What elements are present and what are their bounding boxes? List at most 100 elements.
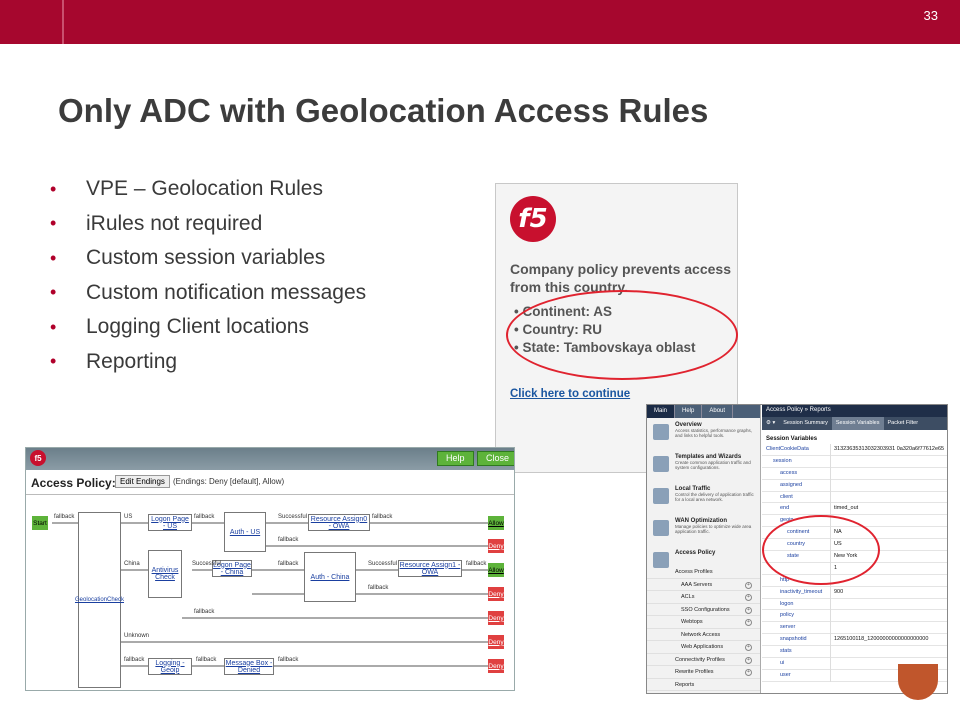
table-row[interactable]: snapshotid 1265100118_1200000000000000000… — [762, 634, 947, 647]
title-bar: 33 — [0, 0, 960, 44]
page-number: 33 — [923, 8, 938, 23]
divider — [830, 467, 831, 480]
deny-ending[interactable]: Deny — [488, 611, 504, 625]
deny-ending[interactable]: Deny — [488, 635, 504, 649]
logging-geoip-node[interactable]: Logging - Geoip — [148, 658, 192, 675]
start-node[interactable]: Start — [32, 516, 48, 530]
table-row[interactable]: ClientCookieData 31323635313032303931 0a3… — [762, 444, 947, 456]
tab-packet-filter[interactable]: Packet Filter — [884, 417, 923, 430]
add-icon[interactable]: + — [745, 619, 752, 626]
add-icon[interactable]: + — [745, 656, 752, 664]
nav-web-applications[interactable]: Web Applications + — [647, 641, 760, 654]
variable-name: ClientCookieData — [766, 446, 809, 452]
branch-label: fallback — [194, 514, 215, 520]
divider — [830, 455, 831, 468]
variable-name: logon — [780, 600, 794, 607]
table-row[interactable]: assigned — [762, 479, 947, 492]
resource-assign-owa-node[interactable]: Resource Assign0 - OWA — [308, 514, 370, 531]
divider — [830, 598, 831, 611]
bullet-item: • iRules not required — [50, 211, 263, 235]
table-row[interactable]: policy — [762, 610, 947, 623]
nav-templates[interactable]: Templates and Wizards Create common appli… — [647, 450, 760, 482]
divider — [830, 491, 831, 504]
table-row[interactable]: client — [762, 491, 947, 504]
add-icon[interactable]: + — [745, 644, 752, 651]
variable-name: client — [780, 493, 793, 500]
table-row[interactable]: server — [762, 622, 947, 635]
nav-access-profiles[interactable]: Access Profiles — [647, 566, 760, 579]
access-policy-editor: f5 Help Close Access Policy: owa Edit En… — [25, 447, 515, 691]
table-row[interactable]: session — [762, 455, 947, 468]
bullet-item: • VPE – Geolocation Rules — [50, 177, 323, 201]
nav-local-traffic[interactable]: Local Traffic Control the delivery of app… — [647, 482, 760, 514]
variable-name: assigned — [780, 481, 803, 488]
tab-about[interactable]: About — [702, 405, 734, 418]
variable-name: user — [780, 671, 791, 678]
branch-label: Successful — [192, 561, 222, 567]
branch-label: China — [124, 561, 140, 567]
divider — [830, 479, 831, 492]
logon-page-us-node[interactable]: Logon Page - US — [148, 514, 192, 531]
tab-settings-gear[interactable]: ⚙ ▾ — [762, 417, 779, 430]
table-row[interactable]: access — [762, 467, 947, 480]
local-traffic-icon — [653, 488, 669, 504]
deny-ending[interactable]: Deny — [488, 587, 504, 601]
divider — [830, 610, 831, 623]
nav-access-policy[interactable]: Access Policy — [647, 546, 760, 568]
divider — [830, 646, 831, 659]
divider — [830, 634, 831, 647]
divider — [830, 658, 831, 671]
auth-us-node[interactable]: Auth - US — [224, 512, 266, 552]
f5-logo: f5 — [510, 196, 556, 242]
continue-link[interactable]: Click here to continue — [510, 388, 630, 400]
nav-rewrite-profiles[interactable]: Rewrite Profiles + — [647, 666, 760, 679]
highlight-ring — [762, 515, 880, 585]
table-row[interactable]: end timed_out — [762, 503, 947, 516]
variable-value: 900 — [834, 588, 844, 595]
add-icon[interactable]: + — [745, 669, 752, 676]
message-box-node[interactable]: Message Box - Denied — [224, 658, 274, 675]
branch-label: Successful — [368, 561, 398, 567]
variable-value: 31323635313032303931 0a320a6f77612e65 — [834, 446, 945, 452]
branch-label: US — [124, 514, 133, 520]
nav-wan-optimization[interactable]: WAN Optimization Manage policies to optim… — [647, 514, 760, 546]
nav-acls[interactable]: ACLs + — [647, 591, 760, 604]
deny-ending[interactable]: Deny — [488, 659, 504, 673]
nav-panel: Main Help About Overview Access statistic… — [647, 405, 761, 693]
nav-network-access[interactable]: Network Access — [647, 629, 760, 641]
antivirus-check-node[interactable]: Antivirus Check — [148, 550, 182, 598]
tab-session-summary[interactable]: Session Summary — [779, 417, 832, 430]
table-row[interactable]: logon — [762, 598, 947, 611]
divider — [830, 669, 831, 682]
add-icon[interactable]: + — [745, 594, 752, 601]
add-icon[interactable]: + — [745, 581, 752, 589]
branch-label: Unknown — [124, 633, 150, 639]
nav-connectivity-profiles[interactable]: Connectivity Profiles + — [647, 654, 760, 666]
resource-assign1-owa-node[interactable]: Resource Assign1 - OWA — [398, 560, 462, 577]
allow-ending[interactable]: Allow — [488, 516, 504, 530]
wan-optimization-icon — [653, 520, 669, 536]
variable-name: server — [780, 624, 796, 631]
divider — [62, 0, 64, 44]
nav-aaa-servers[interactable]: AAA Servers + — [647, 579, 760, 591]
nav-reports[interactable]: Reports — [647, 679, 760, 691]
table-row[interactable]: stats — [762, 646, 947, 659]
geolocation-check-node[interactable]: GeolocationCheck — [75, 512, 124, 688]
variable-name: policy — [780, 612, 795, 619]
deny-ending[interactable]: Deny — [488, 539, 504, 553]
add-icon[interactable]: + — [745, 606, 752, 614]
variable-name: inactivity_timeout — [780, 588, 823, 595]
branch-label: fallback — [278, 657, 299, 663]
table-row[interactable]: inactivity_timeout 900 — [762, 586, 947, 599]
auth-china-node[interactable]: Auth - China — [304, 552, 356, 602]
nav-sso-configurations[interactable]: SSO Configurations + — [647, 604, 760, 616]
session-variables-heading: Session Variables — [766, 436, 818, 442]
allow-ending[interactable]: Allow — [488, 563, 504, 577]
nav-webtops[interactable]: Webtops + — [647, 616, 760, 629]
divider — [830, 503, 831, 516]
variable-value: timed_out — [834, 505, 859, 512]
tab-main[interactable]: Main — [647, 405, 676, 418]
tab-help[interactable]: Help — [675, 405, 703, 418]
nav-overview[interactable]: Overview Access statistics, performance g… — [647, 418, 760, 450]
tab-session-variables[interactable]: Session Variables — [831, 417, 884, 430]
